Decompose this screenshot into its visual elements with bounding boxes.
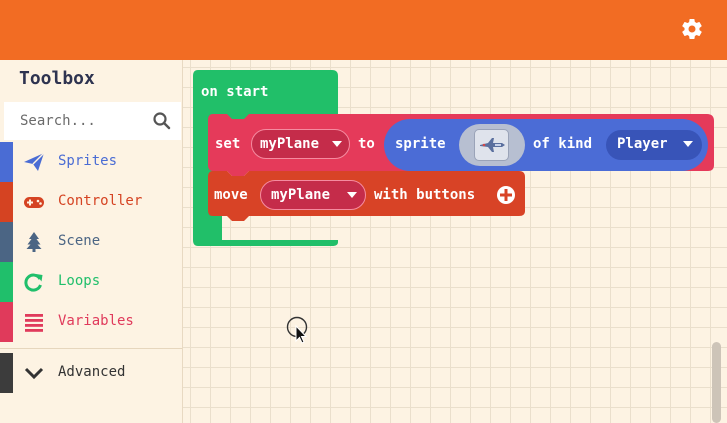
variable-name: myPlane [271,187,331,203]
dropdown-arrow-icon [332,141,342,147]
category-color-bar [0,222,13,262]
toolbox-title: Toolbox [19,68,95,89]
category-label: Loops [58,273,101,289]
category-label: Scene [58,233,101,249]
category-color-bar [0,262,13,302]
plane-sprite-icon [480,138,505,152]
gamepad-icon [24,197,44,208]
category-color-bar [0,302,13,342]
top-bar [0,0,727,60]
dropdown-arrow-icon [683,141,693,147]
toolbox-category-scene[interactable]: Scene [0,222,182,262]
sprite-of-kind-block[interactable]: sprite of kind Player [384,119,708,171]
tree-icon [26,232,42,252]
loop-arrow-icon [24,273,43,292]
category-color-bar [0,142,13,182]
toolbox-category-variables[interactable]: Variables [0,302,182,342]
sprite-image-field[interactable] [459,124,525,166]
variable-dropdown-myplane[interactable]: myPlane [251,129,350,159]
toolbox-category-advanced[interactable]: Advanced [0,353,182,393]
toolbox-category-controller[interactable]: Controller [0,182,182,222]
sprite-label: sprite [395,136,446,152]
toolbox-divider [0,348,182,349]
kind-dropdown-player[interactable]: Player [606,130,702,160]
category-label: Controller [58,193,143,209]
variable-dropdown-myplane[interactable]: myPlane [260,180,366,210]
variable-name: myPlane [260,136,320,152]
toolbox-category-sprites[interactable]: Sprites [0,142,182,182]
category-color-bar [0,182,13,222]
of-kind-label: of kind [533,136,593,152]
list-icon [25,314,43,332]
move-with-buttons-block[interactable] [207,171,527,223]
toolbox-category-loops[interactable]: Loops [0,262,182,302]
kind-value: Player [617,136,668,152]
paper-plane-icon [24,152,45,171]
workspace-scrollbar[interactable] [712,342,721,423]
gear-icon[interactable] [680,17,704,41]
category-label: Advanced [58,364,126,380]
toolbox-search [4,102,181,140]
dropdown-arrow-icon [347,192,357,198]
set-label: set [215,136,241,152]
with-buttons-label: with buttons [374,187,476,203]
move-label: move [214,187,248,203]
mouse-cursor-icon [286,316,308,344]
category-color-bar [0,353,13,393]
category-label: Variables [58,313,134,329]
add-parameter-icon[interactable] [496,185,516,205]
toolbox-panel: Toolbox Sprites Controller [0,60,183,423]
chevron-down-icon [24,367,44,380]
to-label: to [358,136,375,152]
search-input[interactable] [18,110,152,132]
on-start-label: on start [201,84,269,100]
search-icon[interactable] [152,111,172,131]
category-label: Sprites [58,153,118,169]
